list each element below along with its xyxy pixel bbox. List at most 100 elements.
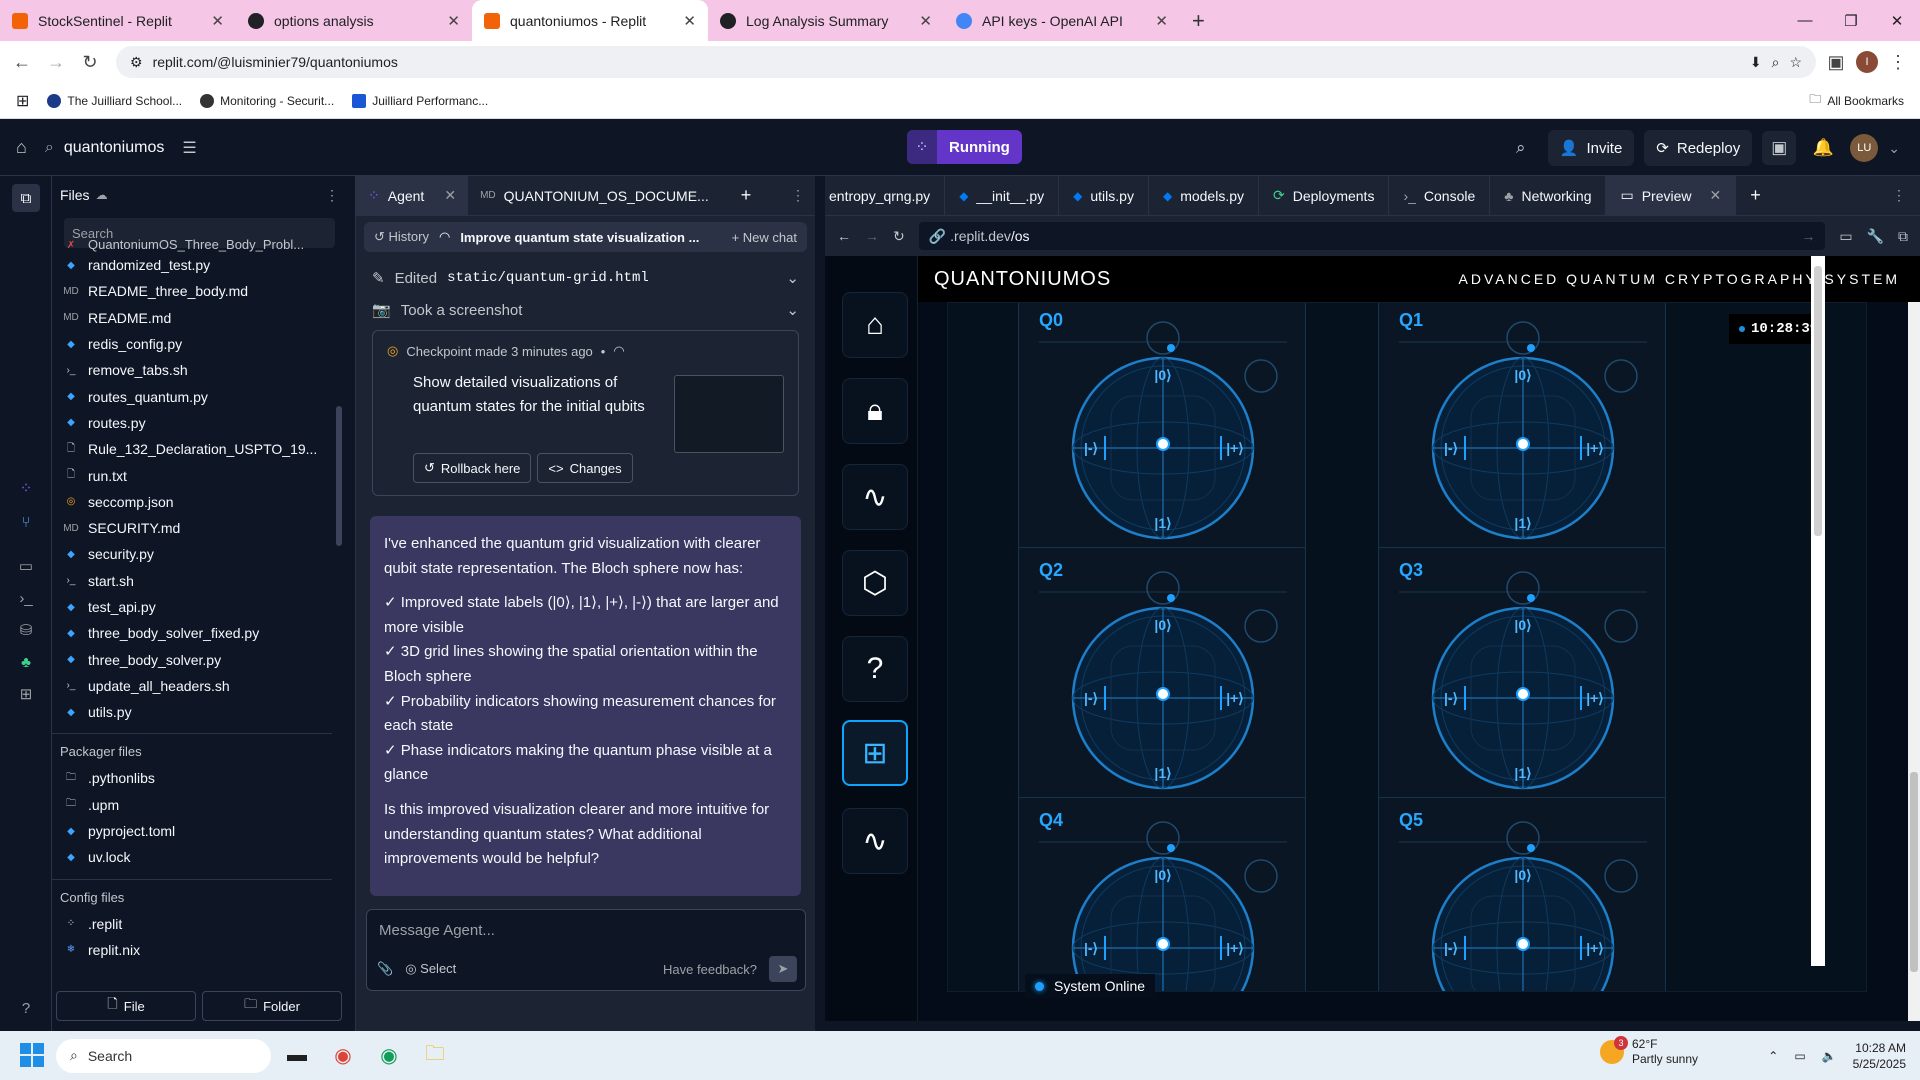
windows-start-icon[interactable] <box>20 1043 44 1067</box>
networking-icon[interactable]: ♣ <box>12 648 40 676</box>
file-item[interactable]: ›_ remove_tabs.sh <box>52 357 332 383</box>
files-icon[interactable]: ⧉ <box>12 184 40 212</box>
history-button[interactable]: ↺ History <box>374 229 429 245</box>
qubit-card[interactable]: |0⟩ |1⟩ |+⟩ |-⟩ Q0 <box>1018 303 1306 575</box>
close-icon[interactable]: ✕ <box>1710 187 1722 204</box>
file-item[interactable]: ◎ seccomp.json <box>52 489 332 515</box>
activity-nav-button[interactable]: ∿ <box>842 464 908 530</box>
file-item[interactable]: ⁘ .replit <box>52 911 332 937</box>
help-icon[interactable]: ? <box>12 994 40 1022</box>
checkpoint-thumbnail[interactable] <box>674 375 784 453</box>
file-item[interactable]: MD SECURITY.md <box>52 515 332 541</box>
url-field[interactable]: ⚙ replit.com/@luisminier79/quantoniumos … <box>116 46 1816 78</box>
file-item[interactable]: 🗋 run.txt <box>52 462 332 488</box>
file-item[interactable]: ◆ utils.py <box>52 699 332 725</box>
minimize-icon[interactable]: — <box>1782 0 1828 41</box>
clock[interactable]: 10:28 AM 5/25/2025 <box>1853 1040 1906 1072</box>
close-tab-icon[interactable]: ✕ <box>919 12 932 30</box>
user-avatar[interactable]: LU <box>1850 134 1879 162</box>
home-icon[interactable]: ⌂ <box>16 137 27 158</box>
tab-console[interactable]: ›_ Console <box>1389 175 1491 216</box>
grid-scrollbar[interactable] <box>1811 256 1825 966</box>
file-item[interactable]: MD README_three_body.md <box>52 278 332 304</box>
network-icon[interactable]: ▭ <box>1794 1049 1805 1063</box>
chrome-profile-icon[interactable]: ◉ <box>369 1036 409 1076</box>
qubit-card[interactable]: |0⟩ |1⟩ |+⟩ |-⟩ Q3 <box>1378 547 1666 825</box>
more-icon[interactable]: ⋮ <box>791 187 805 204</box>
changes-button[interactable]: <> Changes <box>537 453 633 483</box>
file-item[interactable]: 🗀 .pythonlibs <box>52 765 332 791</box>
profile-avatar[interactable]: I <box>1856 51 1878 73</box>
shell-icon[interactable]: ›_ <box>12 584 40 612</box>
feedback-link[interactable]: Have feedback? <box>663 962 757 977</box>
agent-message-input[interactable]: Message Agent... 📎 ◎ Select Have feedbac… <box>366 909 806 991</box>
close-icon[interactable]: ✕ <box>444 187 456 204</box>
screenshot-row[interactable]: 📷 Took a screenshot ⌄ <box>372 294 799 326</box>
qubit-card[interactable]: |0⟩ |1⟩ |+⟩ |-⟩ Q5 <box>1378 797 1666 991</box>
file-item[interactable]: ◆ randomized_test.py <box>52 252 332 278</box>
tab-document[interactable]: MD QUANTONIUM_OS_DOCUME... <box>468 176 721 216</box>
tab-agent[interactable]: ⁘ Agent ✕ <box>356 175 469 216</box>
select-button[interactable]: ◎ Select <box>405 961 456 977</box>
taskbar-search[interactable]: ⌕ Search <box>56 1038 271 1073</box>
database-icon[interactable]: ⛁ <box>12 616 40 644</box>
browser-tab[interactable]: StockSentinel - Replit ✕ <box>0 0 236 41</box>
bookmark-item[interactable]: Juilliard Performanc... <box>352 93 488 108</box>
all-bookmarks[interactable]: 🗀 All Bookmarks <box>1809 90 1904 111</box>
close-window-icon[interactable]: ✕ <box>1874 0 1920 41</box>
tab-models[interactable]: ◆ models.py <box>1149 175 1259 216</box>
send-icon[interactable]: ➤ <box>769 956 797 982</box>
file-item[interactable]: 🗀 .upm <box>52 792 332 818</box>
close-tab-icon[interactable]: ✕ <box>447 12 460 30</box>
apps-grid-icon[interactable]: ⊞ <box>16 91 29 111</box>
file-item[interactable]: ✗ QuantoniumOS_Three_Body_Probl... <box>52 238 332 252</box>
browser-tab[interactable]: Log Analysis Summary ✕ <box>708 0 944 41</box>
file-item[interactable]: ❄ replit.nix <box>52 937 332 963</box>
waveform-nav-button[interactable]: ∿ <box>842 808 908 874</box>
reload-icon[interactable]: ↻ <box>893 228 905 245</box>
tab-networking[interactable]: ♣ Networking <box>1490 175 1607 216</box>
file-item[interactable]: ◆ pyproject.toml <box>52 818 332 844</box>
all-tools-icon[interactable]: ⊞ <box>12 680 40 708</box>
qubit-card[interactable]: |0⟩ |1⟩ |+⟩ |-⟩ Q2 <box>1018 547 1306 825</box>
file-item[interactable]: ◆ redis_config.py <box>52 331 332 357</box>
chevron-down-icon[interactable]: ⌄ <box>1888 140 1900 157</box>
notebook-icon[interactable]: ☰ <box>182 138 196 158</box>
help-nav-button[interactable]: ? <box>842 636 908 702</box>
file-item[interactable]: ◆ uv.lock <box>52 844 332 870</box>
new-tab-button[interactable]: + <box>1180 0 1217 41</box>
project-name[interactable]: ⌕ quantoniumos ☰ <box>45 138 197 158</box>
chrome-icon[interactable]: ◉ <box>323 1036 363 1076</box>
file-item[interactable]: ◆ routes.py <box>52 410 332 436</box>
tab-entropy-qrng[interactable]: entropy_qrng.py <box>825 175 946 216</box>
lock-nav-button[interactable]: 🔒︎ <box>842 378 908 444</box>
console-icon[interactable]: ▭ <box>12 552 40 580</box>
qubit-card[interactable]: |0⟩ |1⟩ |+⟩ |-⟩ Q4 <box>1018 797 1306 991</box>
preview-url-field[interactable]: 🔗 .replit.dev/os → <box>918 222 1826 250</box>
add-tab-icon[interactable]: + <box>1750 185 1761 206</box>
home-nav-button[interactable]: ⌂ <box>842 292 908 358</box>
back-icon[interactable]: ← <box>837 228 851 244</box>
new-folder-button[interactable]: 🗀 Folder <box>202 991 342 1021</box>
more-icon[interactable]: ⋮ <box>1892 187 1906 204</box>
bookmark-star-icon[interactable]: ☆ <box>1789 54 1802 71</box>
preview-scrollbar[interactable] <box>1908 302 1920 1021</box>
bookmark-item[interactable]: Monitoring - Securit... <box>200 93 334 108</box>
chat-title[interactable]: Improve quantum state visualization ... <box>460 230 721 245</box>
rollback-button[interactable]: ↺ Rollback here <box>413 453 532 483</box>
open-new-tab-icon[interactable]: ⧉ <box>1898 228 1908 245</box>
file-item[interactable]: ◆ routes_quantum.py <box>52 383 332 409</box>
qubit-card[interactable]: |0⟩ |1⟩ |+⟩ |-⟩ Q1 <box>1378 303 1666 575</box>
agent-icon[interactable]: ⁘ <box>12 474 40 502</box>
file-item[interactable]: 🗋 Rule_132_Declaration_USPTO_19... <box>52 436 332 462</box>
new-file-button[interactable]: 🗋 File <box>56 991 196 1021</box>
add-tab-icon[interactable]: + <box>741 185 752 206</box>
chevron-up-icon[interactable]: ⌃ <box>1768 1049 1778 1063</box>
file-item[interactable]: ›_ update_all_headers.sh <box>52 673 332 699</box>
invite-button[interactable]: 👤 Invite <box>1547 130 1635 166</box>
weather-widget[interactable]: 3 62°F Partly sunny <box>1600 1036 1698 1067</box>
tab-init[interactable]: ◆ __init__.py <box>945 175 1060 216</box>
cube-nav-button[interactable]: ⬡ <box>842 550 908 616</box>
attach-icon[interactable]: 📎 <box>377 961 393 977</box>
go-icon[interactable]: → <box>1801 228 1815 244</box>
